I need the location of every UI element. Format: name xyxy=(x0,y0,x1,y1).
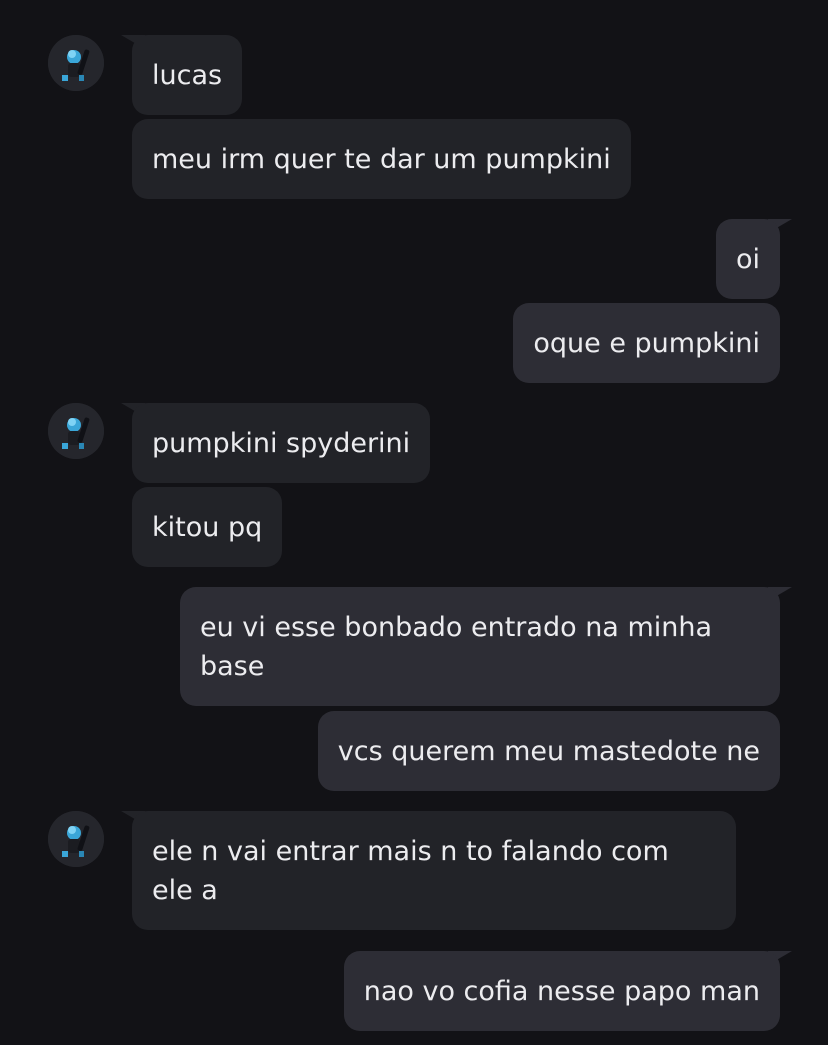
user-avatar-icon xyxy=(48,403,104,459)
message-text: pumpkini spyderini xyxy=(152,427,411,459)
contact-avatar[interactable] xyxy=(48,811,104,867)
message-text: meu irm quer te dar um pumpkini xyxy=(152,143,611,175)
message-bubble-outgoing[interactable]: eu vi esse bonbado entrado na minha base xyxy=(180,587,780,706)
message-bubble-incoming[interactable]: meu irm quer te dar um pumpkini xyxy=(132,119,631,199)
user-avatar-icon xyxy=(48,35,104,91)
message-text: vcs querem meu mastedote ne xyxy=(337,735,760,767)
user-avatar-icon xyxy=(48,811,104,867)
message-text: nao vo cofia nesse papo man xyxy=(363,975,760,1007)
message-text: kitou pq xyxy=(152,511,263,543)
message-bubble-incoming[interactable]: kitou pq xyxy=(132,487,283,567)
message-text: oque e pumpkini xyxy=(533,327,760,359)
chat-thread: lucas meu irm quer te dar um pumpkini oi… xyxy=(0,0,828,1045)
message-bubble-incoming[interactable]: ele n vai entrar mais n to falando com e… xyxy=(132,811,736,930)
message-text: oi xyxy=(735,243,760,275)
message-bubble-incoming[interactable]: lucas xyxy=(132,35,243,115)
message-text: ele n vai entrar mais n to falando com e… xyxy=(152,835,669,906)
message-text: lucas xyxy=(152,59,223,91)
contact-avatar[interactable] xyxy=(48,403,104,459)
message-bubble-outgoing[interactable]: vcs querem meu mastedote ne xyxy=(317,711,780,791)
contact-avatar[interactable] xyxy=(48,35,104,91)
message-bubble-outgoing[interactable]: oque e pumpkini xyxy=(513,303,780,383)
message-bubble-outgoing[interactable]: oi xyxy=(715,219,780,299)
message-text: eu vi esse bonbado entrado na minha base xyxy=(200,611,713,682)
message-bubble-outgoing[interactable]: nao vo cofia nesse papo man xyxy=(343,951,780,1031)
message-bubble-incoming[interactable]: pumpkini spyderini xyxy=(132,403,431,483)
